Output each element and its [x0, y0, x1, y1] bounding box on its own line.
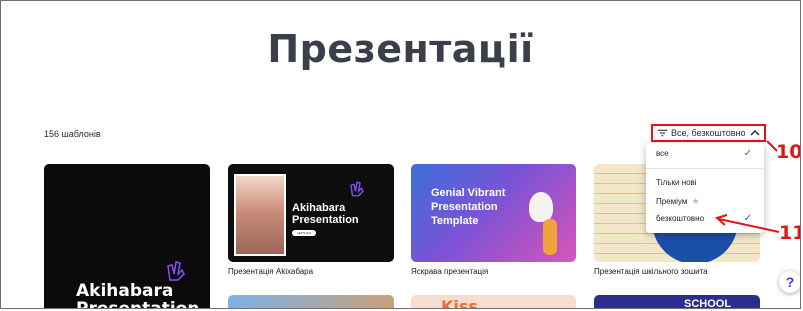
star-icon: ★ — [691, 196, 700, 206]
card-thumb-title: Genial Vibrant Presentation Template — [431, 187, 506, 227]
chevron-up-icon — [750, 129, 760, 136]
peace-hand-icon — [350, 181, 364, 197]
template-card-akihabara[interactable]: Akihabara Presentation LET'S GO — [228, 164, 394, 262]
lightbulb-icon — [529, 192, 553, 222]
page-title: Презентації — [267, 27, 534, 71]
card-thumb-title: SCHOOL — [684, 298, 732, 309]
help-icon: ? — [785, 274, 795, 290]
filter-option-free[interactable]: безкоштовно — [656, 214, 704, 223]
thumbnail-photo — [234, 174, 286, 256]
card-caption-akihabara[interactable]: Презентація Аkіхабара — [228, 267, 313, 276]
card-thumb-title: Kiss — [441, 297, 478, 309]
annotation-arrow-11 — [714, 214, 780, 233]
template-card-row2-3[interactable]: SCHOOL — [594, 295, 760, 309]
template-card-vibrant[interactable]: Genial Vibrant Presentation Template — [411, 164, 576, 262]
illustration-person — [543, 219, 557, 255]
card-caption-vibrant[interactable]: Яскрава презентація — [411, 267, 488, 276]
template-card-row2-1[interactable] — [228, 295, 394, 308]
annotation-label-11: 11 — [779, 222, 800, 244]
template-card-row2-2[interactable]: Kiss — [411, 295, 576, 309]
menu-divider — [646, 168, 764, 169]
filter-option-new[interactable]: Тільки нові — [656, 178, 697, 187]
page-frame: Презентації 156 шаблонів Все, безкоштовн… — [0, 0, 801, 309]
template-card-featured[interactable]: Akihabara Presentation — [44, 164, 210, 309]
annotation-label-10: 10 — [776, 141, 801, 163]
peace-hand-icon — [167, 261, 185, 281]
filter-option-premium[interactable]: Преміум ★ — [656, 196, 700, 207]
card-thumb-button: LET'S GO — [292, 230, 316, 236]
card-thumb-title: Akihabara Presentation — [292, 202, 359, 226]
template-count: 156 шаблонів — [44, 129, 101, 139]
filter-dropdown-button[interactable]: Все, безкоштовно — [651, 124, 766, 142]
filter-label: Все, безкоштовно — [671, 128, 746, 138]
filter-option-all[interactable]: все — [656, 149, 669, 158]
featured-thumb-text: Akihabara Presentation — [76, 281, 200, 309]
help-button[interactable]: ? — [779, 271, 800, 293]
filter-icon — [658, 129, 667, 137]
card-caption-notebook[interactable]: Презентація шкільного зошита — [594, 267, 708, 276]
check-icon: ✓ — [743, 148, 752, 159]
